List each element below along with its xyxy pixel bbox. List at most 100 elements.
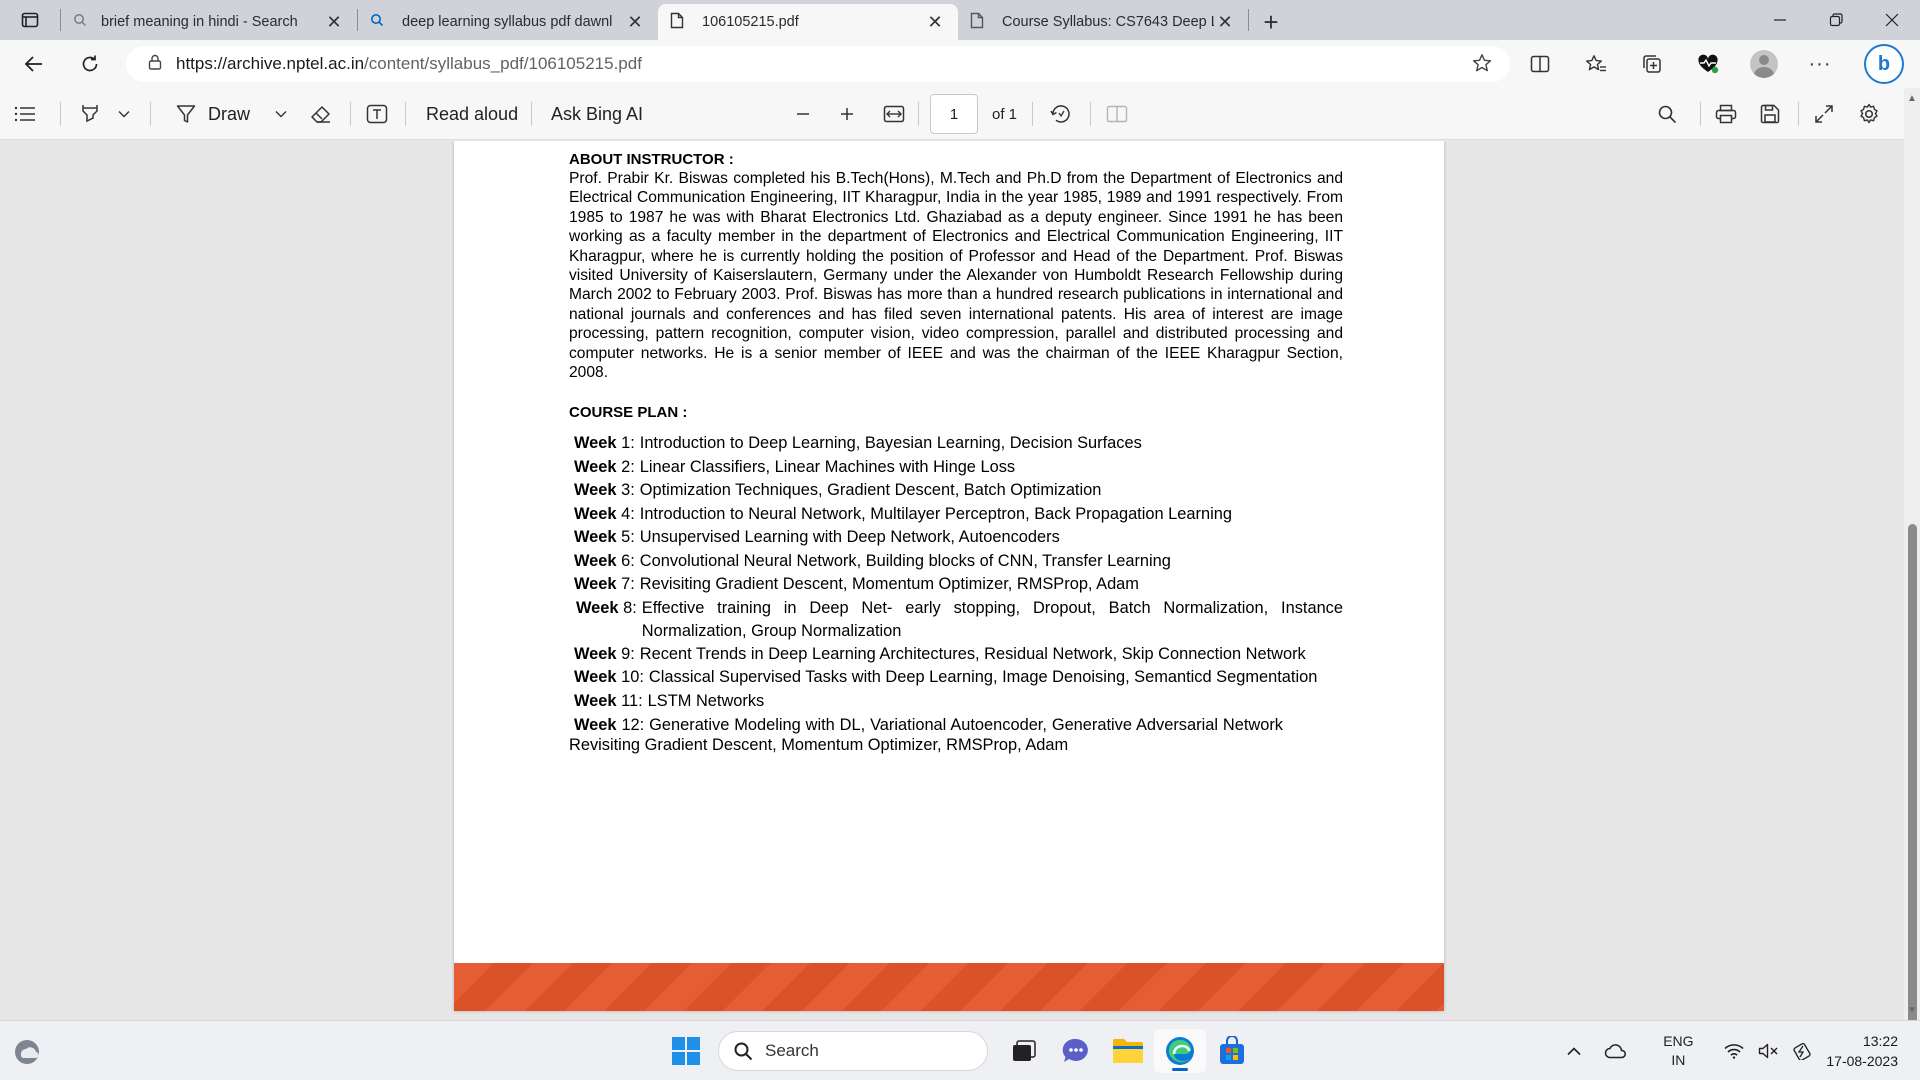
more-menu-button[interactable]: ··· — [1792, 40, 1848, 88]
collections-button[interactable] — [1624, 40, 1680, 88]
close-window-button[interactable] — [1864, 0, 1920, 40]
file-explorer-app[interactable] — [1102, 1029, 1154, 1073]
browser-essentials-button[interactable] — [1680, 40, 1736, 88]
ask-bing-button[interactable]: Ask Bing AI — [551, 88, 643, 140]
url-field[interactable]: https://archive.nptel.ac.in/content/syll… — [126, 46, 1510, 82]
tab-actions-button[interactable] — [0, 0, 60, 40]
clock[interactable]: 13:22 17-08-2023 — [1826, 1031, 1898, 1071]
page-footer-band — [454, 963, 1444, 1011]
highlight-options-button[interactable] — [118, 88, 130, 140]
start-button[interactable] — [660, 1029, 712, 1073]
window-controls — [1752, 0, 1920, 40]
onedrive-button[interactable] — [1594, 1043, 1638, 1059]
back-button[interactable] — [6, 40, 62, 88]
read-aloud-button[interactable]: Read aloud — [426, 88, 518, 140]
erase-button[interactable] — [310, 88, 332, 140]
document-icon — [670, 12, 684, 33]
find-button[interactable] — [1657, 88, 1677, 140]
week-item: Week 3: Optimization Techniques, Gradient… — [569, 479, 1343, 503]
tab-course-syllabus[interactable]: Course Syllabus: CS7643 Deep Le ✕ — [958, 4, 1248, 40]
task-view-icon — [1013, 1040, 1036, 1061]
toolbar-separator — [405, 102, 406, 126]
tab-search-hindi[interactable]: brief meaning in hindi - Search ✕ — [61, 4, 357, 40]
search-icon — [734, 1042, 753, 1061]
plus-icon — [841, 108, 853, 120]
vertical-scrollbar[interactable]: ▲ ▼ — [1904, 88, 1920, 1080]
zoom-out-button[interactable] — [795, 88, 811, 140]
scrollbar-thumb[interactable] — [1908, 524, 1917, 1080]
week-topics: Convolutional Neural Network, Building b… — [639, 551, 1171, 570]
taskbar-search[interactable]: Search — [718, 1031, 988, 1071]
search-icon — [73, 13, 87, 31]
restore-button[interactable] — [1808, 0, 1864, 40]
url-path: /content/syllabus_pdf/106105215.pdf — [364, 54, 642, 73]
input-language-button[interactable]: ENG IN — [1650, 1032, 1706, 1070]
minimize-button[interactable] — [1752, 0, 1808, 40]
split-screen-button[interactable] — [1512, 40, 1568, 88]
close-icon[interactable]: ✕ — [1214, 11, 1236, 33]
chevron-down-icon — [275, 111, 287, 118]
week-number: 6: — [621, 551, 635, 570]
page-content: ABOUT INSTRUCTOR : Prof. Prabir Kr. Bisw… — [569, 150, 1343, 755]
tab-strip: brief meaning in hindi - Search ✕ deep l… — [0, 0, 1920, 40]
task-view-button[interactable] — [998, 1029, 1050, 1073]
fit-width-icon — [883, 105, 905, 123]
new-tab-button[interactable]: + — [1249, 4, 1293, 40]
settings-button[interactable] — [1858, 88, 1880, 140]
favorite-star-icon[interactable] — [1472, 53, 1492, 78]
add-text-button[interactable] — [366, 88, 388, 140]
rotate-button[interactable] — [1050, 88, 1072, 140]
print-button[interactable] — [1715, 88, 1737, 140]
save-button[interactable] — [1760, 88, 1780, 140]
lock-icon[interactable] — [148, 54, 162, 75]
page-number-input[interactable]: 1 — [930, 94, 978, 134]
week-number: 2: — [621, 457, 635, 476]
refresh-button[interactable] — [62, 40, 118, 88]
quick-settings-button[interactable] — [1724, 1042, 1812, 1060]
tab-title: Course Syllabus: CS7643 Deep Le — [1002, 14, 1214, 30]
draw-options-button[interactable] — [275, 88, 287, 140]
minus-icon — [797, 113, 809, 115]
tab-search-syllabus[interactable]: deep learning syllabus pdf dawnl ✕ — [358, 4, 658, 40]
close-icon[interactable]: ✕ — [323, 11, 345, 33]
about-instructor-heading: ABOUT INSTRUCTOR : — [569, 151, 734, 168]
favorites-icon — [1586, 55, 1606, 72]
week-topics: Effective training in Deep Net- early st… — [641, 598, 1343, 640]
page-number-field[interactable]: 1 — [930, 88, 978, 140]
clock-time: 13:22 — [1862, 1033, 1898, 1049]
page-total-label: of 1 — [992, 105, 1018, 123]
scroll-up-arrow-icon[interactable]: ▲ — [1907, 94, 1917, 104]
page-view-button[interactable] — [1106, 88, 1128, 140]
week-number: 5: — [621, 528, 635, 547]
battery-charging-icon — [1793, 1042, 1812, 1060]
week-topics: Generative Modeling with DL, Variational… — [569, 716, 1283, 754]
taskbar-apps: Search — [660, 1029, 1258, 1073]
show-hidden-icons-button[interactable] — [1554, 1046, 1594, 1056]
bing-chat-button[interactable]: b — [1848, 40, 1920, 88]
zoom-in-button[interactable] — [839, 88, 855, 140]
about-instructor-text: Prof. Prabir Kr. Biswas completed his B.… — [569, 170, 1343, 382]
pdf-viewer[interactable]: ABOUT INSTRUCTOR : Prof. Prabir Kr. Bisw… — [0, 141, 1920, 1020]
contents-button[interactable] — [14, 88, 36, 140]
profile-button[interactable] — [1736, 40, 1792, 88]
favorites-button[interactable] — [1568, 40, 1624, 88]
scroll-down-arrow-icon[interactable]: ▼ — [1907, 1006, 1917, 1016]
widgets-button[interactable] — [12, 1037, 42, 1067]
toolbar-separator — [1090, 102, 1091, 126]
rotate-icon — [1050, 105, 1070, 123]
fullscreen-button[interactable] — [1814, 88, 1834, 140]
fit-to-width-button[interactable] — [883, 88, 905, 140]
store-app[interactable] — [1206, 1029, 1258, 1073]
week-topics: Introduction to Deep Learning, Bayesian … — [639, 434, 1142, 453]
close-icon[interactable]: ✕ — [624, 11, 646, 33]
tab-pdf-active[interactable]: 106105215.pdf ✕ — [658, 4, 958, 40]
week-topics: Optimization Techniques, Gradient Descen… — [639, 481, 1102, 500]
edge-app[interactable] — [1154, 1029, 1206, 1073]
back-arrow-icon — [24, 56, 42, 72]
week-label: Week — [576, 598, 619, 617]
eraser-icon — [311, 106, 330, 123]
chat-app[interactable] — [1050, 1029, 1102, 1073]
close-icon[interactable]: ✕ — [924, 11, 946, 33]
draw-button[interactable]: Draw — [176, 88, 250, 140]
highlight-button[interactable] — [80, 88, 100, 140]
